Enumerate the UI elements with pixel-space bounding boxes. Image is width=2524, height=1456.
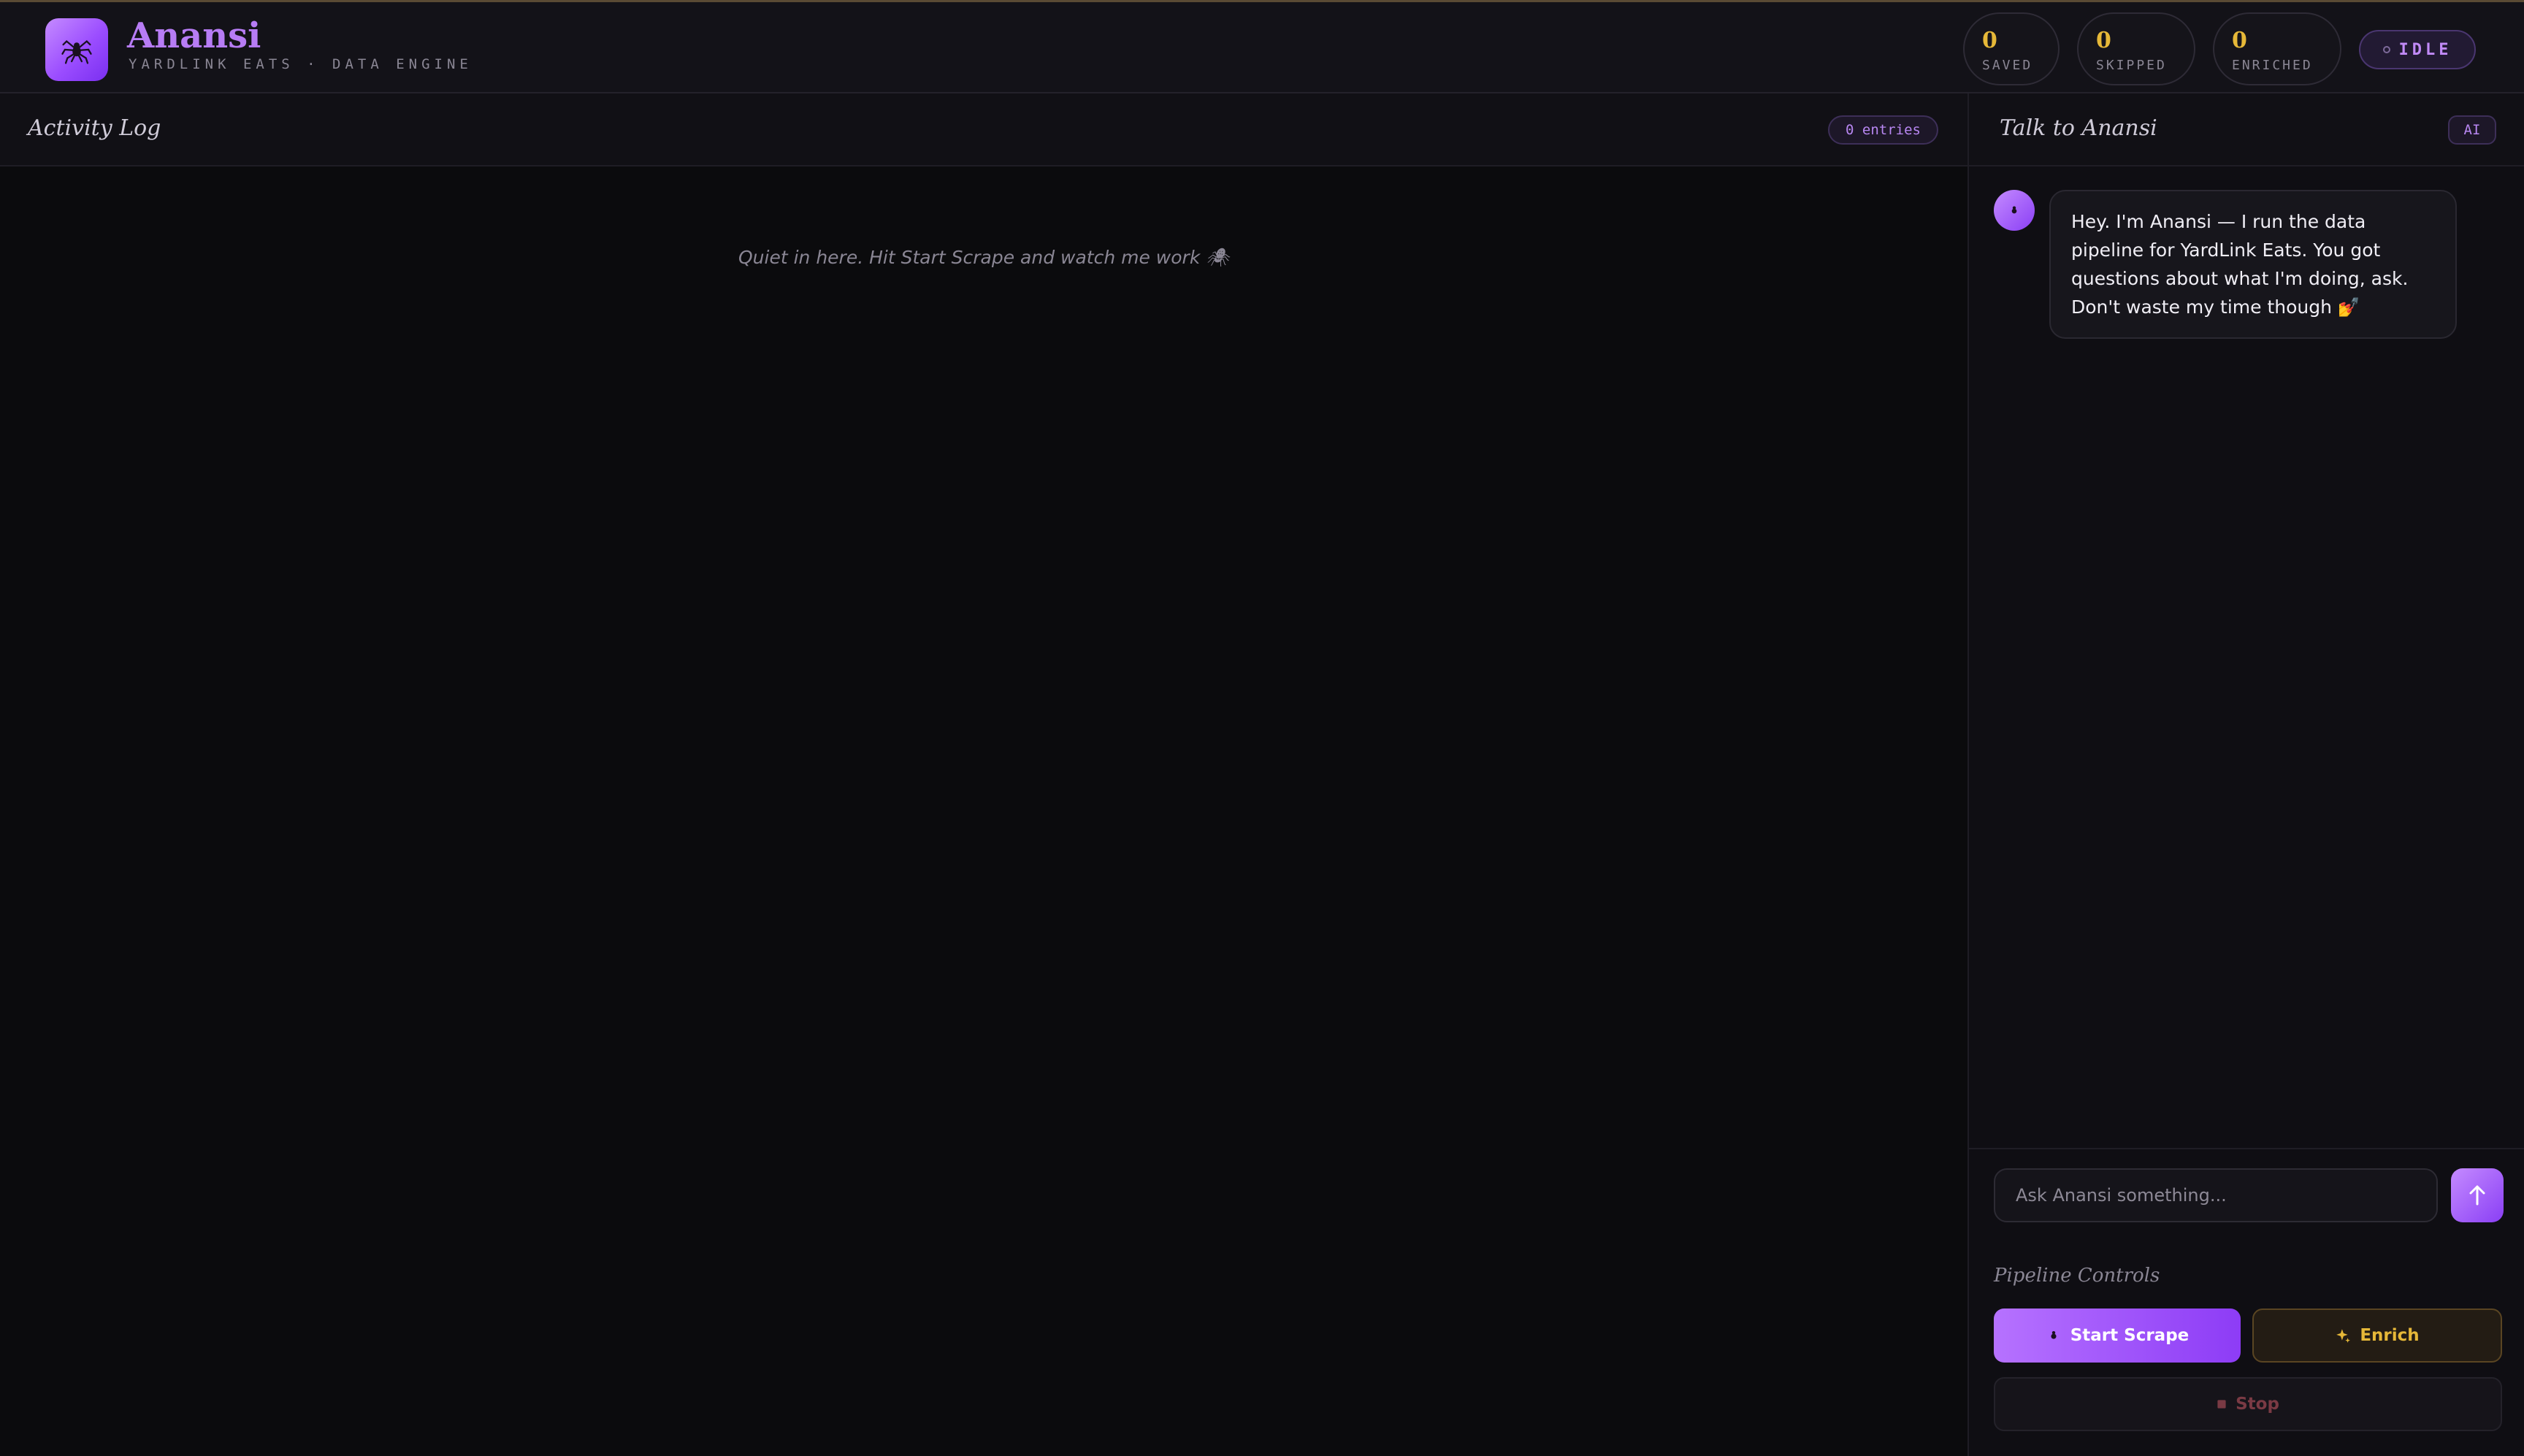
spider-icon bbox=[61, 39, 92, 64]
stat-enriched-label: ENRICHED bbox=[2232, 58, 2313, 73]
stat-enriched: 0 ENRICHED bbox=[2213, 12, 2341, 85]
app-root: Anansi YARDLINK EATS · DATA ENGINE 0 SAV… bbox=[0, 0, 2524, 1456]
stop-button[interactable]: Stop bbox=[1994, 1377, 2502, 1431]
status-text: IDLE bbox=[2398, 40, 2452, 59]
ai-badge: AI bbox=[2448, 115, 2496, 145]
brand-name: Anansi bbox=[127, 15, 261, 56]
status-badge: IDLE bbox=[2359, 30, 2476, 69]
stat-enriched-value: 0 bbox=[2232, 28, 2247, 53]
pipeline-controls-title: Pipeline Controls bbox=[1994, 1265, 2160, 1287]
sparkles-icon bbox=[2336, 1329, 2351, 1343]
chat-panel: Talk to Anansi AI Hey. I'm Anansi — I ru… bbox=[1967, 93, 2524, 1456]
stat-skipped-value: 0 bbox=[2096, 28, 2111, 53]
chat-header: Talk to Anansi AI bbox=[1969, 93, 2524, 166]
entries-count-badge: 0 entries bbox=[1828, 115, 1938, 145]
chat-divider bbox=[1969, 1148, 2524, 1149]
spider-icon bbox=[2051, 1330, 2057, 1339]
enrich-label: Enrich bbox=[2360, 1326, 2420, 1345]
stat-saved: 0 SAVED bbox=[1963, 12, 2060, 85]
stop-square-icon bbox=[2217, 1400, 2226, 1409]
stat-skipped-label: SKIPPED bbox=[2096, 58, 2167, 73]
stat-saved-label: SAVED bbox=[1982, 58, 2033, 73]
stat-saved-value: 0 bbox=[1982, 28, 1997, 53]
stop-label: Stop bbox=[2236, 1395, 2279, 1414]
chat-input[interactable] bbox=[1994, 1168, 2438, 1222]
assistant-avatar bbox=[1994, 190, 2035, 231]
brand-subtitle: YARDLINK EATS · DATA ENGINE bbox=[129, 56, 473, 72]
enrich-button[interactable]: Enrich bbox=[2252, 1309, 2502, 1363]
activity-log-header: Activity Log 0 entries bbox=[0, 93, 1967, 166]
start-scrape-label: Start Scrape bbox=[2070, 1326, 2190, 1345]
stat-skipped: 0 SKIPPED bbox=[2077, 12, 2195, 85]
chat-title: Talk to Anansi bbox=[2000, 115, 2157, 141]
chat-message-bubble: Hey. I'm Anansi — I run the data pipelin… bbox=[2049, 190, 2457, 339]
brand-logo bbox=[45, 18, 108, 81]
spider-icon bbox=[2011, 206, 2017, 214]
empty-log-message: Quiet in here. Hit Start Scrape and watc… bbox=[738, 247, 1229, 268]
send-button[interactable] bbox=[2451, 1168, 2504, 1222]
status-dot-icon bbox=[2382, 46, 2390, 53]
activity-log-title: Activity Log bbox=[28, 115, 161, 141]
activity-log-panel[interactable]: Activity Log 0 entries Quiet in here. Hi… bbox=[0, 93, 1967, 1456]
arrow-up-icon bbox=[2469, 1185, 2485, 1206]
top-header: Anansi YARDLINK EATS · DATA ENGINE 0 SAV… bbox=[0, 0, 2524, 93]
start-scrape-button[interactable]: Start Scrape bbox=[1994, 1309, 2241, 1363]
